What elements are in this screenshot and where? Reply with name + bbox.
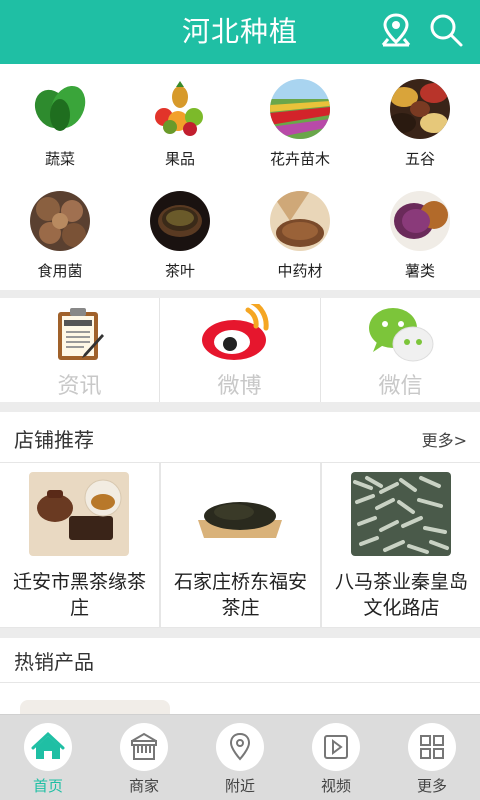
weibo-entry[interactable]: 微博	[160, 298, 319, 402]
nav-label: 附近	[224, 777, 255, 795]
category-vegetables[interactable]: 蔬菜	[0, 64, 120, 174]
category-label: 果品	[164, 150, 195, 168]
nav-video[interactable]: 视频	[288, 715, 384, 800]
shop-name: 八马茶业秦皇岛文化路店	[334, 571, 468, 619]
category-potatoes[interactable]: 薯类	[360, 176, 480, 286]
shop-section-header: 店铺推荐 更多>	[0, 412, 480, 462]
wechat-entry[interactable]: 微信	[321, 298, 480, 402]
bottom-nav: 首页 商家 附近 视频 更多	[0, 714, 480, 800]
hot-products-section: 热销产品	[0, 638, 480, 720]
shop-image	[190, 472, 290, 556]
category-label: 茶叶	[164, 262, 195, 280]
app-screen: 河北种植 蔬菜 果品 花卉苗木 五谷 食用菌 茶叶 中药材 薯类 资讯 微博 微…	[0, 0, 480, 800]
shop-section-title: 店铺推荐	[14, 428, 94, 452]
shop-card[interactable]: 八马茶业秦皇岛文化路店	[322, 463, 480, 627]
shop-list: 迁安市黑茶缘茶庄 石家庄桥东福安茶庄 八马茶业秦皇岛文化路店	[0, 462, 480, 628]
category-label: 中药材	[277, 262, 323, 280]
nav-more[interactable]: 更多	[384, 715, 480, 800]
wechat-icon	[367, 306, 435, 364]
news-icon	[54, 306, 106, 362]
social-row: 资讯 微博 微信	[0, 298, 480, 402]
home-icon	[24, 723, 72, 771]
fruits-image	[150, 79, 210, 139]
nav-nearby[interactable]: 附近	[192, 715, 288, 800]
vegetables-image	[30, 79, 90, 139]
nav-home[interactable]: 首页	[0, 715, 96, 800]
category-herbs[interactable]: 中药材	[240, 176, 360, 286]
grains-image	[390, 79, 450, 139]
news-label: 资讯	[57, 374, 102, 399]
more-shops-link[interactable]: 更多>	[422, 427, 467, 451]
nav-label: 首页	[32, 777, 63, 795]
nav-label: 视频	[320, 777, 351, 795]
flowers-image	[270, 79, 330, 139]
nearby-pin-icon	[216, 723, 264, 771]
shop-image	[29, 472, 129, 556]
shop-name: 石家庄桥东福安茶庄	[173, 571, 307, 619]
category-tea[interactable]: 茶叶	[120, 176, 240, 286]
more-grid-icon	[408, 723, 456, 771]
nav-label: 更多	[416, 777, 447, 795]
hot-section-title: 热销产品	[14, 650, 94, 674]
category-fruits[interactable]: 果品	[120, 64, 240, 174]
weibo-label: 微博	[217, 374, 262, 399]
shop-name: 迁安市黑茶缘茶庄	[12, 571, 146, 619]
video-icon	[312, 723, 360, 771]
nav-store[interactable]: 商家	[96, 715, 192, 800]
news-entry[interactable]: 资讯	[0, 298, 159, 402]
category-flowers[interactable]: 花卉苗木	[240, 64, 360, 174]
wechat-label: 微信	[378, 374, 423, 399]
shop-image	[351, 472, 451, 556]
herbs-image	[270, 191, 330, 251]
category-label: 食用菌	[37, 262, 83, 280]
category-grid: 蔬菜 果品 花卉苗木 五谷 食用菌 茶叶 中药材 薯类	[0, 64, 480, 290]
category-label: 花卉苗木	[269, 150, 330, 168]
search-icon[interactable]	[428, 12, 464, 48]
shop-recommend-section: 店铺推荐 更多> 迁安市黑茶缘茶庄 石家庄桥东福安茶庄 八马茶业秦皇岛文化路店	[0, 412, 480, 628]
category-mushrooms[interactable]: 食用菌	[0, 176, 120, 286]
nav-label: 商家	[128, 777, 159, 795]
shop-card[interactable]: 迁安市黑茶缘茶庄	[0, 463, 159, 627]
category-label: 五谷	[404, 150, 435, 168]
category-label: 薯类	[404, 262, 435, 280]
category-label: 蔬菜	[44, 150, 75, 168]
mushrooms-image	[30, 191, 90, 251]
potatoes-image	[390, 191, 450, 251]
divider	[0, 682, 480, 683]
location-pin-icon[interactable]	[380, 12, 412, 48]
category-grains[interactable]: 五谷	[360, 64, 480, 174]
app-header: 河北种植	[0, 0, 480, 64]
tea-image	[150, 191, 210, 251]
shop-card[interactable]: 石家庄桥东福安茶庄	[161, 463, 320, 627]
weibo-icon	[200, 299, 280, 362]
store-icon	[120, 723, 168, 771]
